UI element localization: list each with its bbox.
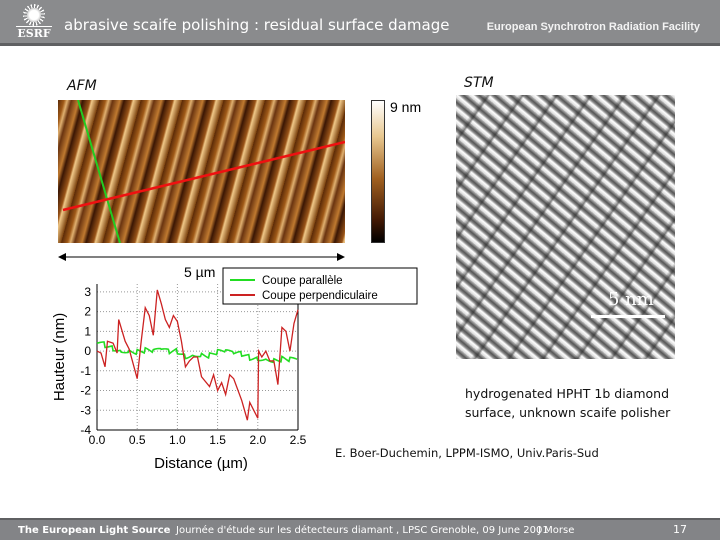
x-tick-label: 0.5	[129, 433, 146, 447]
logo-text: ESRF	[16, 26, 52, 40]
y-tick-label: -4	[80, 423, 91, 437]
x-tick-label: 0.0	[89, 433, 106, 447]
slide-footer: The European Light Source Journée d'étud…	[0, 518, 720, 540]
x-tick-label: 1.0	[169, 433, 186, 447]
stm-scale-bar	[591, 315, 665, 318]
stm-scale-label: 5 nm	[608, 289, 654, 310]
afm-label: AFM	[67, 78, 97, 94]
stm-label: STM	[464, 75, 494, 91]
stm-image	[456, 95, 675, 359]
esrf-logo: ESRF	[16, 4, 52, 44]
y-tick-label: 0	[84, 344, 91, 358]
y-axis-label: Hauteur (nm)	[51, 313, 68, 401]
colorbar-max-label: 9 nm	[390, 99, 422, 115]
footer-tagline: The European Light Source	[18, 525, 171, 536]
slide-title: abrasive scaife polishing : residual sur…	[64, 16, 450, 34]
afm-scale-arrow	[58, 253, 345, 261]
x-tick-label: 1.5	[209, 433, 226, 447]
series-line-perpendicular	[96, 289, 299, 421]
footer-event: Journée d'étude sur les détecteurs diama…	[176, 525, 549, 536]
y-tick-label: -2	[80, 384, 91, 398]
x-tick-label: 2.0	[249, 433, 266, 447]
caption-line-2: surface, unknown scaife polisher	[465, 405, 671, 420]
afm-image	[58, 100, 345, 243]
y-tick-label: 2	[84, 305, 91, 319]
afm-colorbar	[371, 100, 385, 243]
y-tick-label: -1	[80, 364, 91, 378]
y-tick-label: 1	[84, 324, 91, 338]
slide-header: ESRF abrasive scaife polishing : residua…	[0, 0, 720, 46]
y-tick-label: -3	[80, 403, 91, 417]
legend-label: Coupe perpendiculaire	[262, 290, 378, 302]
y-tick-label: 3	[84, 285, 91, 299]
legend-label: Coupe parallèle	[262, 275, 343, 287]
footer-author: J Morse	[538, 525, 575, 536]
page-number: 17	[673, 523, 687, 536]
caption-line-1: hydrogenated HPHT 1b diamond	[465, 386, 670, 401]
height-profile-chart: 0.0 0.5 1.0 1.5 2.0 2.5 3 2 1 0 -1 -2 -3 -4 Distance (…	[51, 267, 418, 472]
stm-caption: hydrogenated HPHT 1b diamond surface, unk…	[465, 384, 670, 422]
x-axis-label: Distance (µm)	[154, 455, 248, 472]
organization-name: European Synchrotron Radiation Facility	[486, 21, 700, 33]
x-tick-label: 2.5	[290, 433, 307, 447]
